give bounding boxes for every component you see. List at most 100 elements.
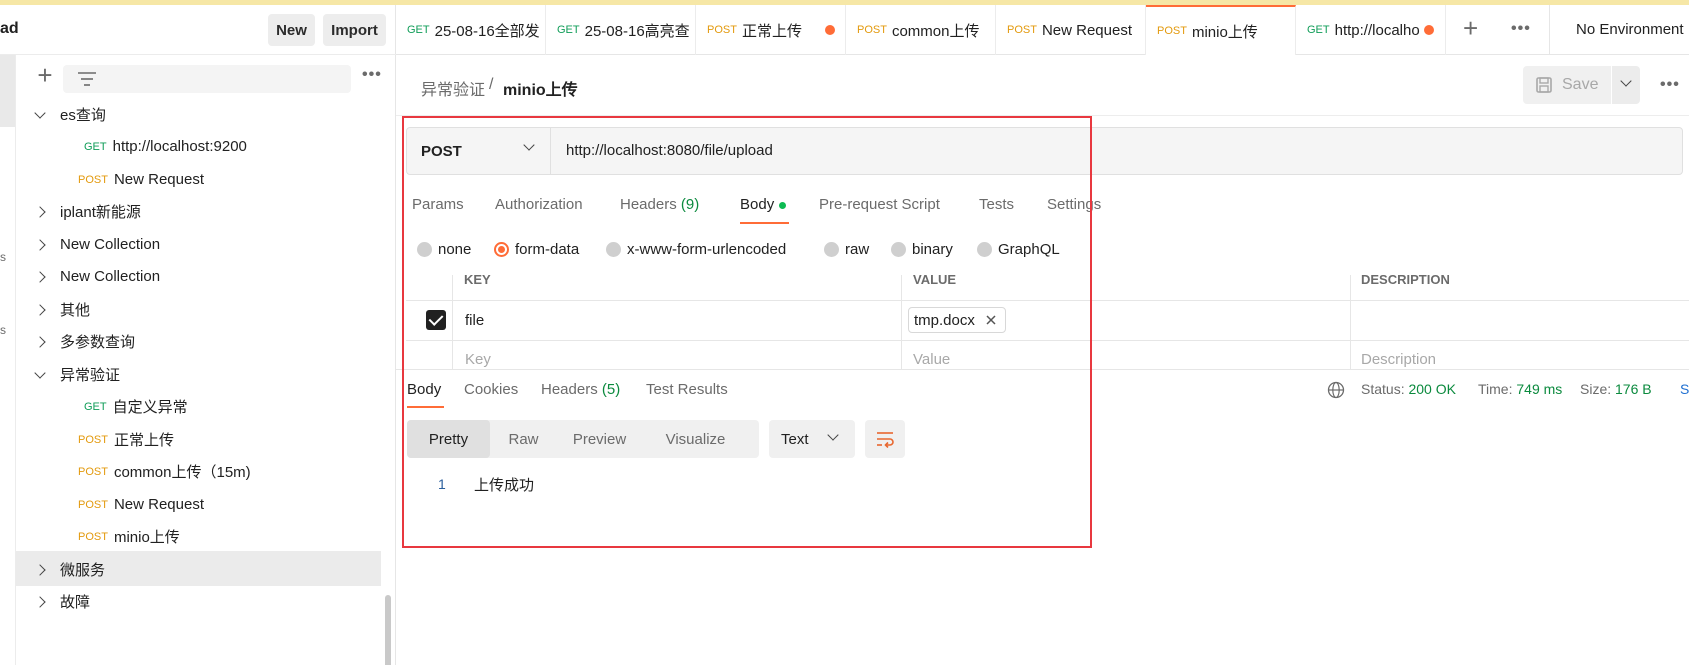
tab-label: common上传 [891, 22, 980, 40]
description-placeholder[interactable]: Description [1361, 351, 1436, 368]
response-status: Status: 200 OK [1361, 381, 1456, 397]
breadcrumb-separator: / [489, 76, 494, 93]
tree-folder-label: New Collection [60, 268, 161, 285]
tab[interactable]: POST New Request [996, 5, 1146, 55]
environment-select[interactable]: No Environment [1576, 21, 1684, 38]
tree-request-label: 正常上传 [113, 432, 174, 449]
tab-label: 正常上传 [741, 22, 802, 40]
workspace-name: ad [0, 20, 19, 37]
plus-icon[interactable]: + [32, 62, 58, 89]
method-badge: POST [78, 530, 108, 543]
tree-folder[interactable]: 微服务 [34, 552, 106, 587]
tab-active[interactable]: POST minio上传 [1146, 5, 1296, 55]
tab[interactable]: GET 25-08-16高亮查 [546, 5, 696, 55]
tree-request[interactable]: POST common上传（15m) [78, 454, 251, 489]
new-tab-plus-icon[interactable]: + [1463, 15, 1478, 41]
save-button[interactable]: Save [1523, 66, 1611, 104]
tab-label: 25-08-16高亮查 [584, 22, 690, 40]
method-badge: POST [1157, 25, 1187, 37]
unsaved-dot-icon [1424, 25, 1434, 35]
chevron-right-icon [34, 303, 46, 316]
more-icon[interactable]: ••• [362, 66, 382, 84]
size-value: 176 B [1615, 381, 1652, 397]
tree-folder[interactable]: New Collection [34, 227, 161, 262]
status-label: Status: [1361, 381, 1405, 397]
column-divider [1350, 275, 1351, 369]
filter-input[interactable] [63, 65, 351, 93]
save-icon [1536, 77, 1552, 93]
sidebar-scrollbar[interactable] [385, 595, 391, 665]
tree-folder-label: 异常验证 [60, 367, 121, 384]
method-badge: POST [707, 24, 737, 36]
chevron-down-icon [34, 366, 46, 379]
sidebar-toolbar: + ••• [16, 55, 396, 101]
tree-folder-label: 微服务 [60, 562, 106, 579]
tree-request-label: minio上传 [113, 529, 180, 546]
rail-label[interactable]: s [0, 250, 6, 264]
tree-request-label: common上传（15m) [113, 464, 251, 481]
tree-folder[interactable]: 异常验证 [34, 357, 121, 392]
tree-request-selected[interactable]: POST minio上传 [78, 519, 180, 554]
method-badge: GET [407, 24, 430, 36]
tree-folder-label: es查询 [60, 107, 106, 124]
tab[interactable]: POST 正常上传 [696, 5, 846, 55]
status-value: 200 OK [1408, 381, 1456, 397]
method-badge: POST [78, 465, 108, 478]
chevron-right-icon [34, 205, 46, 218]
tree-folder-label: 故障 [60, 594, 91, 611]
chevron-right-icon [34, 335, 46, 348]
unsaved-dot-icon [825, 25, 835, 35]
tree-request[interactable]: POST New Request [78, 487, 204, 522]
tree-folder-label: 其他 [60, 302, 91, 319]
response-time: Time: 749 ms [1478, 381, 1562, 397]
chevron-down-icon [34, 106, 46, 119]
size-label: Size: [1580, 381, 1612, 397]
globe-icon[interactable] [1327, 381, 1345, 399]
tree-request-label: http://localhost:9200 [112, 138, 247, 155]
tree-folder[interactable]: es查询 [34, 97, 106, 132]
tab-label: New Request [1041, 21, 1132, 39]
method-badge: GET [557, 24, 580, 36]
import-button[interactable]: Import [323, 14, 386, 46]
tree-request-label: 自定义异常 [112, 399, 188, 416]
tree-folder[interactable]: 多参数查询 [34, 324, 135, 359]
time-label: Time: [1478, 381, 1513, 397]
column-header-description: DESCRIPTION [1361, 272, 1450, 287]
tree-request[interactable]: POST New Request [78, 162, 204, 197]
method-badge: POST [1007, 24, 1037, 36]
rail-label[interactable]: s [0, 323, 6, 337]
breadcrumb-current[interactable]: minio上传 [503, 76, 578, 100]
tree-request[interactable]: GET 自定义异常 [84, 389, 188, 424]
chevron-right-icon [34, 563, 46, 576]
tree-folder[interactable]: 其他 [34, 292, 91, 327]
filter-icon [78, 72, 96, 86]
method-badge: GET [1307, 24, 1330, 36]
tree-folder[interactable]: 故障 [34, 584, 91, 619]
tree-folder[interactable]: iplant新能源 [34, 194, 141, 229]
method-badge: POST [78, 433, 108, 446]
new-button[interactable]: New [268, 14, 315, 46]
method-badge: POST [78, 173, 108, 186]
sidebar: ad New Import s s + ••• es查询 GET http://… [0, 5, 396, 665]
request-more-icon[interactable]: ••• [1660, 76, 1680, 94]
tab[interactable]: POST common上传 [846, 5, 996, 55]
tree-request-label: New Request [113, 496, 204, 513]
save-dropdown[interactable] [1612, 66, 1640, 104]
method-badge: GET [84, 140, 107, 153]
tree-request[interactable]: POST 正常上传 [78, 422, 174, 457]
sidebar-header: ad New Import [0, 5, 396, 55]
tab[interactable]: GET 25-08-16全部发 [396, 5, 546, 55]
tree-folder-label: New Collection [60, 236, 161, 253]
save-response-link[interactable]: S [1680, 381, 1689, 397]
method-badge: GET [84, 400, 107, 413]
method-badge: POST [78, 498, 108, 511]
tabs-divider [1549, 5, 1550, 55]
tab[interactable]: GET http://localhos [1296, 5, 1446, 55]
rail-active-item[interactable] [0, 55, 15, 127]
tree-request[interactable]: GET http://localhost:9200 [84, 129, 247, 164]
chevron-right-icon [34, 595, 46, 608]
breadcrumb-parent[interactable]: 异常验证 [421, 76, 485, 100]
tabs-more-icon[interactable]: ••• [1511, 20, 1531, 38]
save-label: Save [1562, 76, 1599, 93]
tree-folder[interactable]: New Collection [34, 259, 161, 294]
